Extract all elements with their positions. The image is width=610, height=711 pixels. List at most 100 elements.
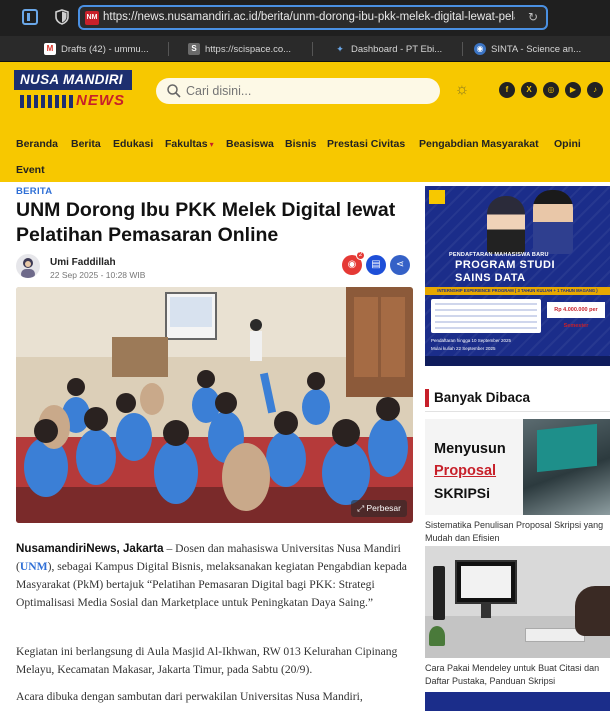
ad-headline-2: SAINS DATA bbox=[455, 272, 526, 284]
article-category[interactable]: BERITA bbox=[16, 186, 52, 197]
monitor-stand bbox=[481, 604, 491, 618]
youtube-icon[interactable]: ▶ bbox=[565, 82, 581, 98]
section-title-banyak-dibaca: Banyak Dibaca bbox=[434, 390, 531, 405]
article-paragraph-2: Kegiatan ini berlangsung di Aula Masjid … bbox=[16, 645, 398, 676]
tiktok-icon[interactable]: ♪ bbox=[587, 82, 603, 98]
search-input[interactable] bbox=[186, 82, 426, 100]
theme-toggle-icon[interactable]: ☼ bbox=[452, 80, 472, 100]
thumb-text-3: SKRIPSi bbox=[434, 485, 491, 501]
popular-article-thumbnail-1[interactable]: Menyusun Proposal SKRIPSi bbox=[425, 419, 610, 515]
ad-logo-icon bbox=[429, 190, 445, 204]
section-accent bbox=[425, 389, 429, 407]
instagram-icon[interactable]: ◎ bbox=[543, 82, 559, 98]
tab-label: SINTA - Science an... bbox=[491, 43, 582, 55]
url-text[interactable]: https://news.nusamandiri.ac.id/berita/un… bbox=[103, 11, 515, 23]
publish-date: 22 Sep 2025 - 10:28 WIB bbox=[50, 270, 146, 280]
nav-prestasi-civitas[interactable]: Prestasi Civitas bbox=[327, 138, 405, 150]
article-photo[interactable]: ⤢ Perbesar bbox=[16, 287, 413, 523]
nav-bisnis[interactable]: Bisnis bbox=[285, 138, 317, 150]
ad-note-1: Pendaftaran hingga 10 September 2025 bbox=[431, 338, 512, 343]
dateline: NusamandiriNews, Jakarta bbox=[16, 542, 164, 555]
monitor-shape bbox=[455, 560, 517, 604]
laptop-screen bbox=[537, 423, 597, 473]
zoom-icon: ⤢ bbox=[357, 503, 367, 513]
dashboard-icon: ✦ bbox=[336, 44, 344, 54]
popular-article-title-1[interactable]: Sistematika Penulisan Proposal Skripsi y… bbox=[425, 519, 610, 545]
address-bar[interactable]: NM https://news.nusamandiri.ac.id/berita… bbox=[78, 5, 548, 30]
phone-shape bbox=[433, 566, 445, 620]
sidebar-toggle-icon[interactable] bbox=[22, 9, 38, 25]
nav-fakultas[interactable]: Fakultas ▾ bbox=[165, 138, 214, 150]
ad-price: Rp 4.000.000 per Semester bbox=[547, 302, 605, 329]
main-nav: Beranda Berita Edukasi Fakultas ▾ Beasisw… bbox=[0, 124, 610, 182]
article-paragraph-1: NusamandiriNews, Jakarta – Dosen dan mah… bbox=[16, 540, 411, 612]
share-icon[interactable]: ⋖ bbox=[390, 255, 410, 275]
sinta-icon: ◉ bbox=[474, 43, 486, 55]
site-logo[interactable]: NUSA MANDIRI NEWS bbox=[14, 70, 132, 114]
nav-fakultas-label: Fakultas bbox=[165, 138, 208, 150]
photo-illustration bbox=[16, 287, 413, 523]
search-icon bbox=[167, 84, 181, 98]
zoom-label: Perbesar bbox=[366, 503, 402, 513]
thumb-text-1: Menyusun bbox=[434, 441, 506, 457]
site-favicon: NM bbox=[85, 11, 99, 25]
nav-edukasi[interactable]: Edukasi bbox=[113, 138, 153, 150]
popular-article-thumbnail-3[interactable] bbox=[425, 692, 610, 711]
thumb-text-2: Proposal bbox=[434, 463, 497, 479]
tab-label: Drafts (42) - ummu... bbox=[61, 43, 149, 55]
logo-bottom: NEWS bbox=[14, 92, 132, 112]
tab-separator bbox=[462, 42, 463, 56]
ad-person-male bbox=[533, 190, 573, 254]
gmail-icon: M bbox=[44, 43, 56, 55]
tab-separator bbox=[168, 42, 169, 56]
nav-beranda[interactable]: Beranda bbox=[16, 138, 58, 150]
logo-stripes bbox=[20, 95, 74, 108]
article-paragraph-3: Acara dibuka dengan sambutan dari perwak… bbox=[16, 690, 363, 703]
browser-toolbar: NM https://news.nusamandiri.ac.id/berita… bbox=[0, 0, 610, 36]
chevron-down-icon: ▾ bbox=[209, 140, 214, 149]
shield-icon[interactable] bbox=[54, 9, 70, 25]
tab-gmail[interactable]: M Drafts (42) - ummu... bbox=[44, 40, 158, 58]
logo-news-text: NEWS bbox=[76, 92, 125, 109]
reload-icon[interactable]: ↻ bbox=[528, 10, 538, 24]
section-divider bbox=[425, 411, 610, 412]
x-twitter-icon[interactable]: X bbox=[521, 82, 537, 98]
nav-pengabdian-masyarakat[interactable]: Pengabdian Masyarakat bbox=[419, 138, 539, 150]
logo-top-text: NUSA MANDIRI bbox=[14, 70, 132, 90]
ad-pill-text: PENDAFTARAN MAHASISWA BARU bbox=[449, 252, 549, 258]
zoom-button[interactable]: ⤢ Perbesar bbox=[351, 500, 407, 517]
nav-event[interactable]: Event bbox=[16, 164, 45, 176]
author-name[interactable]: Umi Faddillah bbox=[50, 257, 116, 268]
tab-label: https://scispace.co... bbox=[205, 43, 292, 55]
nav-beasiswa[interactable]: Beasiswa bbox=[226, 138, 274, 150]
ad-info-panel bbox=[431, 299, 541, 333]
tab-sinta[interactable]: ◉ SINTA - Science an... bbox=[474, 40, 594, 58]
tab-strip: M Drafts (42) - ummu... S https://scispa… bbox=[0, 36, 610, 62]
views-count-badge: 2 bbox=[356, 251, 365, 260]
ad-strip: INTERNSHIP EXPERIENCE PROGRAM ( 3 TAHUN … bbox=[425, 287, 610, 295]
ad-person-female bbox=[487, 196, 525, 254]
ad-footer bbox=[425, 356, 610, 366]
sidebar-ad-banner[interactable]: PENDAFTARAN MAHASISWA BARU PROGRAM STUDI… bbox=[425, 186, 610, 366]
unm-link[interactable]: UNM bbox=[20, 560, 48, 573]
popular-article-title-2[interactable]: Cara Pakai Mendeley untuk Buat Citasi da… bbox=[425, 662, 610, 688]
search-box[interactable] bbox=[156, 78, 440, 104]
tab-label: Dashboard - PT Ebi... bbox=[351, 43, 443, 55]
ad-headline-1: PROGRAM STUDI bbox=[455, 259, 555, 271]
ad-note-2: Mulai kuliah 22 September 2025 bbox=[431, 346, 496, 351]
nav-berita[interactable]: Berita bbox=[71, 138, 101, 150]
facebook-icon[interactable]: f bbox=[499, 82, 515, 98]
author-avatar[interactable] bbox=[16, 254, 40, 278]
popular-article-thumbnail-2[interactable] bbox=[425, 546, 610, 658]
person-shape bbox=[575, 586, 610, 636]
nav-opini[interactable]: Opini bbox=[554, 138, 581, 150]
article-title: UNM Dorong Ibu PKK Melek Digital lewat P… bbox=[16, 199, 396, 246]
paragraph-text: ), sebagai Kampus Digital Bisnis, melaks… bbox=[16, 560, 407, 609]
tab-dashboard[interactable]: ✦ Dashboard - PT Ebi... bbox=[334, 40, 452, 58]
comment-icon[interactable]: ▤ bbox=[366, 255, 386, 275]
tab-separator bbox=[312, 42, 313, 56]
plant-shape bbox=[429, 626, 445, 646]
site-header: NUSA MANDIRI NEWS ☼ f X ◎ ▶ ♪ bbox=[0, 62, 610, 124]
scispace-icon: S bbox=[188, 43, 200, 55]
tab-scispace[interactable]: S https://scispace.co... bbox=[188, 40, 300, 58]
